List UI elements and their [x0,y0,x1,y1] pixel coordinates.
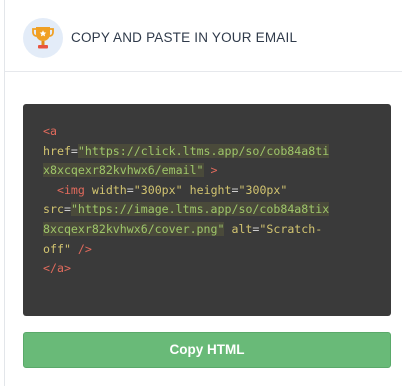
copy-html-button[interactable]: Copy HTML [23,332,391,368]
code-img-close: /> [77,241,92,256]
code-src-url-1: "https://image.ltms.app/so/cob84a8tix [70,202,330,217]
html-code-block[interactable]: <a href="https://click.ltms.app/so/cob84… [23,104,391,316]
code-src-url-2: 8xcqexr82kvhwx6/cover.png" [43,221,225,236]
code-a-open: <a [43,124,57,138]
embed-panel: COPY AND PASTE IN YOUR EMAIL <a href="ht… [4,0,402,386]
code-a-close-bracket: > [210,163,218,178]
code-width-attr: width [91,182,127,197]
code-a-end: </a> [43,261,71,276]
code-img-open: <img [56,182,85,197]
code-alt-attr: alt [231,221,253,236]
panel-header: COPY AND PASTE IN YOUR EMAIL [5,0,402,72]
code-href-url-1: "https://click.ltms.app/so/cob84a8ti [77,143,330,158]
code-height-attr: height [189,182,232,197]
trophy-icon [23,18,63,58]
code-alt-val-1: "Scratch- [259,221,323,236]
code-src-attr: src [43,202,64,217]
code-alt-val-2: off" [43,241,71,256]
code-width-val: "300px" [133,182,183,197]
page-title: COPY AND PASTE IN YOUR EMAIL [71,30,298,45]
code-href-url-2: x8xcqexr82kvhwx6/email" [43,163,204,178]
html-snippet[interactable]: <a href="https://click.ltms.app/so/cob84… [43,122,371,279]
code-href-attr: href [43,143,71,158]
code-height-val: "300px" [238,182,288,197]
